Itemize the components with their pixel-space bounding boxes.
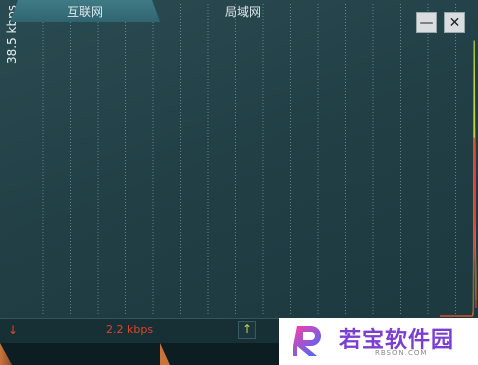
down-arrow-icon: ↓ [8, 323, 19, 337]
chart-series [440, 40, 477, 317]
close-button[interactable]: ✕ [444, 12, 465, 33]
logo-icon [293, 326, 321, 356]
series-line-1 [440, 137, 477, 317]
traffic-chart [42, 4, 477, 317]
tab-internet[interactable]: 互联网 [10, 0, 160, 22]
download-rate: 2.2 kbps [106, 323, 154, 336]
watermark-subtitle: RBSON.COM [375, 349, 428, 357]
close-icon: ✕ [448, 14, 461, 31]
minimize-button[interactable]: — [416, 12, 437, 33]
up-arrow-icon: ↑ [242, 322, 253, 336]
app-window: 38.5 kbps — ✕ ↓ 2.2 kbps ↑ 互联网 局域网 若宝软件园… [0, 0, 478, 365]
tab-lan[interactable]: 局域网 [168, 0, 318, 22]
minimize-icon: — [419, 14, 434, 31]
series-line-0 [440, 40, 477, 317]
watermark-logo: 若宝软件园 RBSON.COM [279, 318, 478, 365]
chart-grid [42, 4, 456, 316]
